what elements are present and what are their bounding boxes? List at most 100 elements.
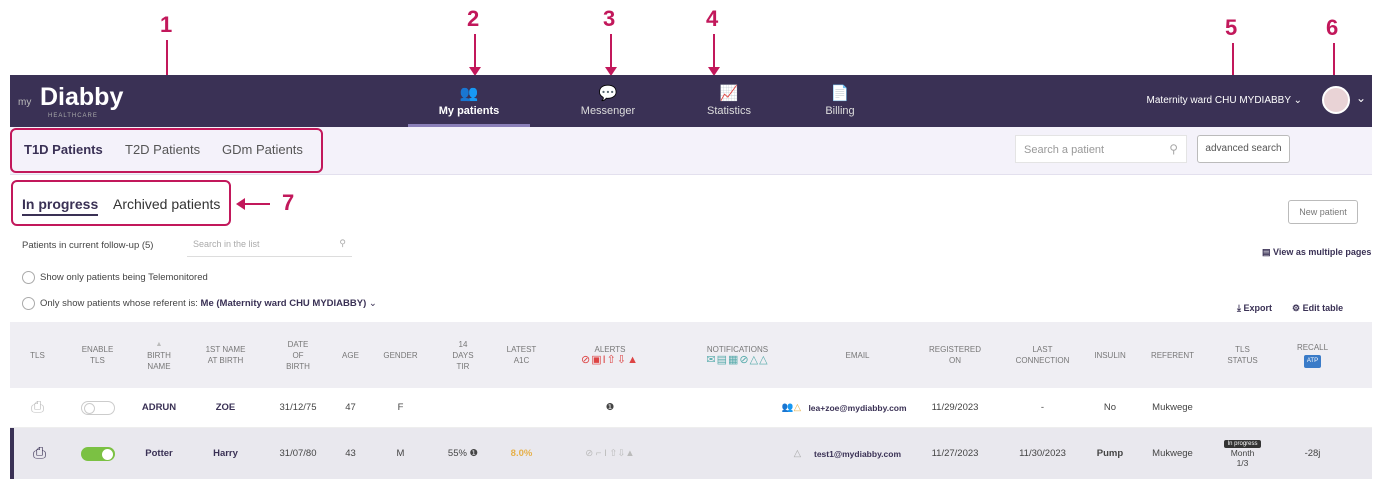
search-placeholder: Search a patient <box>1024 144 1105 156</box>
referent: Mukwege <box>1152 402 1193 413</box>
tls-device-icon: ⎙ <box>33 444 46 462</box>
col-notifications[interactable]: NOTIFICATIONS ✉▤▦⊘△△ <box>670 322 805 388</box>
nav-billing-label: Billing <box>825 105 855 117</box>
notifications-cell[interactable]: 👥△ <box>670 388 805 427</box>
nav-statistics[interactable]: 📈 Statistics <box>668 75 790 127</box>
referent-radio[interactable] <box>22 297 35 310</box>
col-gender[interactable]: GENDER <box>368 322 433 388</box>
annotation-arrow-3 <box>605 34 617 76</box>
nav-billing[interactable]: 📄 Billing <box>790 75 890 127</box>
col-label: INSULIN <box>1094 350 1126 360</box>
annotation-box-7 <box>11 180 231 226</box>
col-enable-tls[interactable]: ENABLE TLS <box>65 322 130 388</box>
email[interactable]: test1@mydiabby.com <box>805 428 910 479</box>
ward-label: Maternity ward CHU MYDIABBY <box>1146 95 1291 106</box>
referent-prefix: Only show patients whose referent is: <box>40 298 198 309</box>
annotation-7: 7 <box>282 190 295 215</box>
col-label: AGE <box>342 350 359 360</box>
edit-table-label: Edit table <box>1302 303 1344 313</box>
col-alerts[interactable]: ALERTS ⊘▣I⇧⇩▲ <box>550 322 670 388</box>
ward-selector[interactable]: Maternity ward CHU MYDIABBY ⌄ <box>1147 95 1302 106</box>
messenger-icon: 💬 <box>598 85 618 102</box>
notifications-cell[interactable]: △ <box>670 428 805 479</box>
enable-tls-toggle[interactable] <box>65 428 130 479</box>
dob: 31/07/80 <box>279 448 317 459</box>
last-connection: 11/30/2023 <box>1019 448 1066 459</box>
tls-status: In progress Month 1/3 <box>1210 428 1275 479</box>
first-name[interactable]: ZOE <box>188 388 263 427</box>
col-label: LAST CONNECTION <box>1015 345 1070 365</box>
col-label: 14 DAYS TIR <box>452 339 474 371</box>
registered: 11/29/2023 <box>931 402 979 413</box>
col-tir[interactable]: 14 DAYS TIR <box>433 322 493 388</box>
table-row[interactable]: ⎙ Potter Harry 31/07/80 43 M 55% ❶ 8.0% … <box>10 428 1372 479</box>
referent-filter[interactable]: Only show patients whose referent is: Me… <box>40 298 377 309</box>
col-label: TLS <box>30 350 45 360</box>
col-first-name[interactable]: 1ST NAME AT BIRTH <box>188 322 263 388</box>
chevron-down-icon: ⌄ <box>368 298 377 309</box>
nav-messenger[interactable]: 💬 Messenger <box>547 75 669 127</box>
col-registered[interactable]: REGISTERED ON <box>910 322 1000 388</box>
edit-table-button[interactable]: ⚙ Edit table <box>1292 303 1343 314</box>
dob: 31/12/75 <box>279 402 317 413</box>
avatar[interactable] <box>1322 86 1350 114</box>
col-birth-name[interactable]: ▲ BIRTH NAME <box>130 322 188 388</box>
tir <box>433 388 493 427</box>
col-last-connection[interactable]: LAST CONNECTION <box>1000 322 1085 388</box>
birth-name[interactable]: ADRUN <box>130 388 188 427</box>
col-label: TLS STATUS <box>1227 345 1258 365</box>
col-email[interactable]: EMAIL <box>805 322 910 388</box>
col-recall[interactable]: RECALL ATP <box>1275 322 1350 388</box>
enable-tls-toggle[interactable] <box>65 388 130 427</box>
annotation-3: 3 <box>603 6 616 31</box>
table-row[interactable]: ⎙ ADRUN ZOE 31/12/75 47 F ❶ 👥△ lea+zoe@m… <box>10 388 1372 428</box>
search-icon: ⚲ <box>1169 142 1178 156</box>
new-patient-button[interactable]: New patient <box>1288 200 1358 224</box>
col-label: DATE OF BIRTH <box>286 339 310 371</box>
tls-status-text: Month 1/3 <box>1230 447 1255 468</box>
annotation-box-1 <box>10 128 323 173</box>
list-search-input[interactable]: Search in the list ⚲ <box>187 235 352 257</box>
col-label: ENABLE TLS <box>81 345 114 365</box>
nav-my-patients[interactable]: 👥 My patients <box>408 75 530 127</box>
age: 47 <box>345 402 356 413</box>
alerts-cell[interactable]: ⊘ ⌐ I ⇧⇩▲ <box>550 428 670 479</box>
birth-name[interactable]: Potter <box>130 428 188 479</box>
recall-badge: ATP <box>1303 355 1322 368</box>
export-label: Export <box>1243 303 1272 313</box>
a1c <box>493 388 550 427</box>
col-label: GENDER <box>383 350 418 360</box>
advanced-search-button[interactable]: advanced search <box>1197 135 1290 163</box>
statistics-icon: 📈 <box>719 85 739 102</box>
search-patient-input[interactable]: Search a patient ⚲ <box>1015 135 1187 163</box>
gender: F <box>397 402 404 413</box>
col-referent[interactable]: REFERENT <box>1135 322 1210 388</box>
col-label: 1ST NAME AT BIRTH <box>205 345 246 365</box>
table-header: TLS ENABLE TLS ▲ BIRTH NAME 1ST NAME AT B… <box>10 322 1372 388</box>
col-a1c[interactable]: LATEST A1C <box>493 322 550 388</box>
col-dob[interactable]: DATE OF BIRTH <box>263 322 333 388</box>
first-name[interactable]: Harry <box>188 428 263 479</box>
export-button[interactable]: ⤓ Export <box>1237 303 1272 314</box>
col-age[interactable]: AGE <box>333 322 368 388</box>
telemonitored-label: Show only patients being Telemonitored <box>40 272 208 283</box>
logo-prefix: my <box>18 97 32 108</box>
registered: 11/27/2023 <box>931 448 979 459</box>
view-multiple-pages-link[interactable]: ▤ View as multiple pages <box>1262 247 1371 258</box>
col-label: LATEST A1C <box>506 345 537 365</box>
top-navbar: my Diabby HEALTHCARE 👥 My patients 💬 Mes… <box>10 75 1372 127</box>
annotation-arrow-4 <box>708 34 720 76</box>
annotation-arrow-7 <box>236 198 270 210</box>
col-insulin[interactable]: INSULIN <box>1085 322 1135 388</box>
age: 43 <box>345 448 356 459</box>
email[interactable]: lea+zoe@mydiabby.com <box>805 388 910 427</box>
col-tls[interactable]: TLS <box>10 322 65 388</box>
referent-value: Me (Maternity ward CHU MYDIABBY) <box>200 298 367 309</box>
nav-statistics-label: Statistics <box>706 105 751 117</box>
alerts-cell[interactable]: ❶ <box>550 388 670 427</box>
logo-name: Diabby <box>40 83 124 111</box>
telemonitored-radio[interactable] <box>22 271 35 284</box>
col-tls-status[interactable]: TLS STATUS <box>1210 322 1275 388</box>
col-label: REGISTERED ON <box>928 345 981 365</box>
chevron-down-icon[interactable]: ⌄ <box>1356 91 1366 105</box>
